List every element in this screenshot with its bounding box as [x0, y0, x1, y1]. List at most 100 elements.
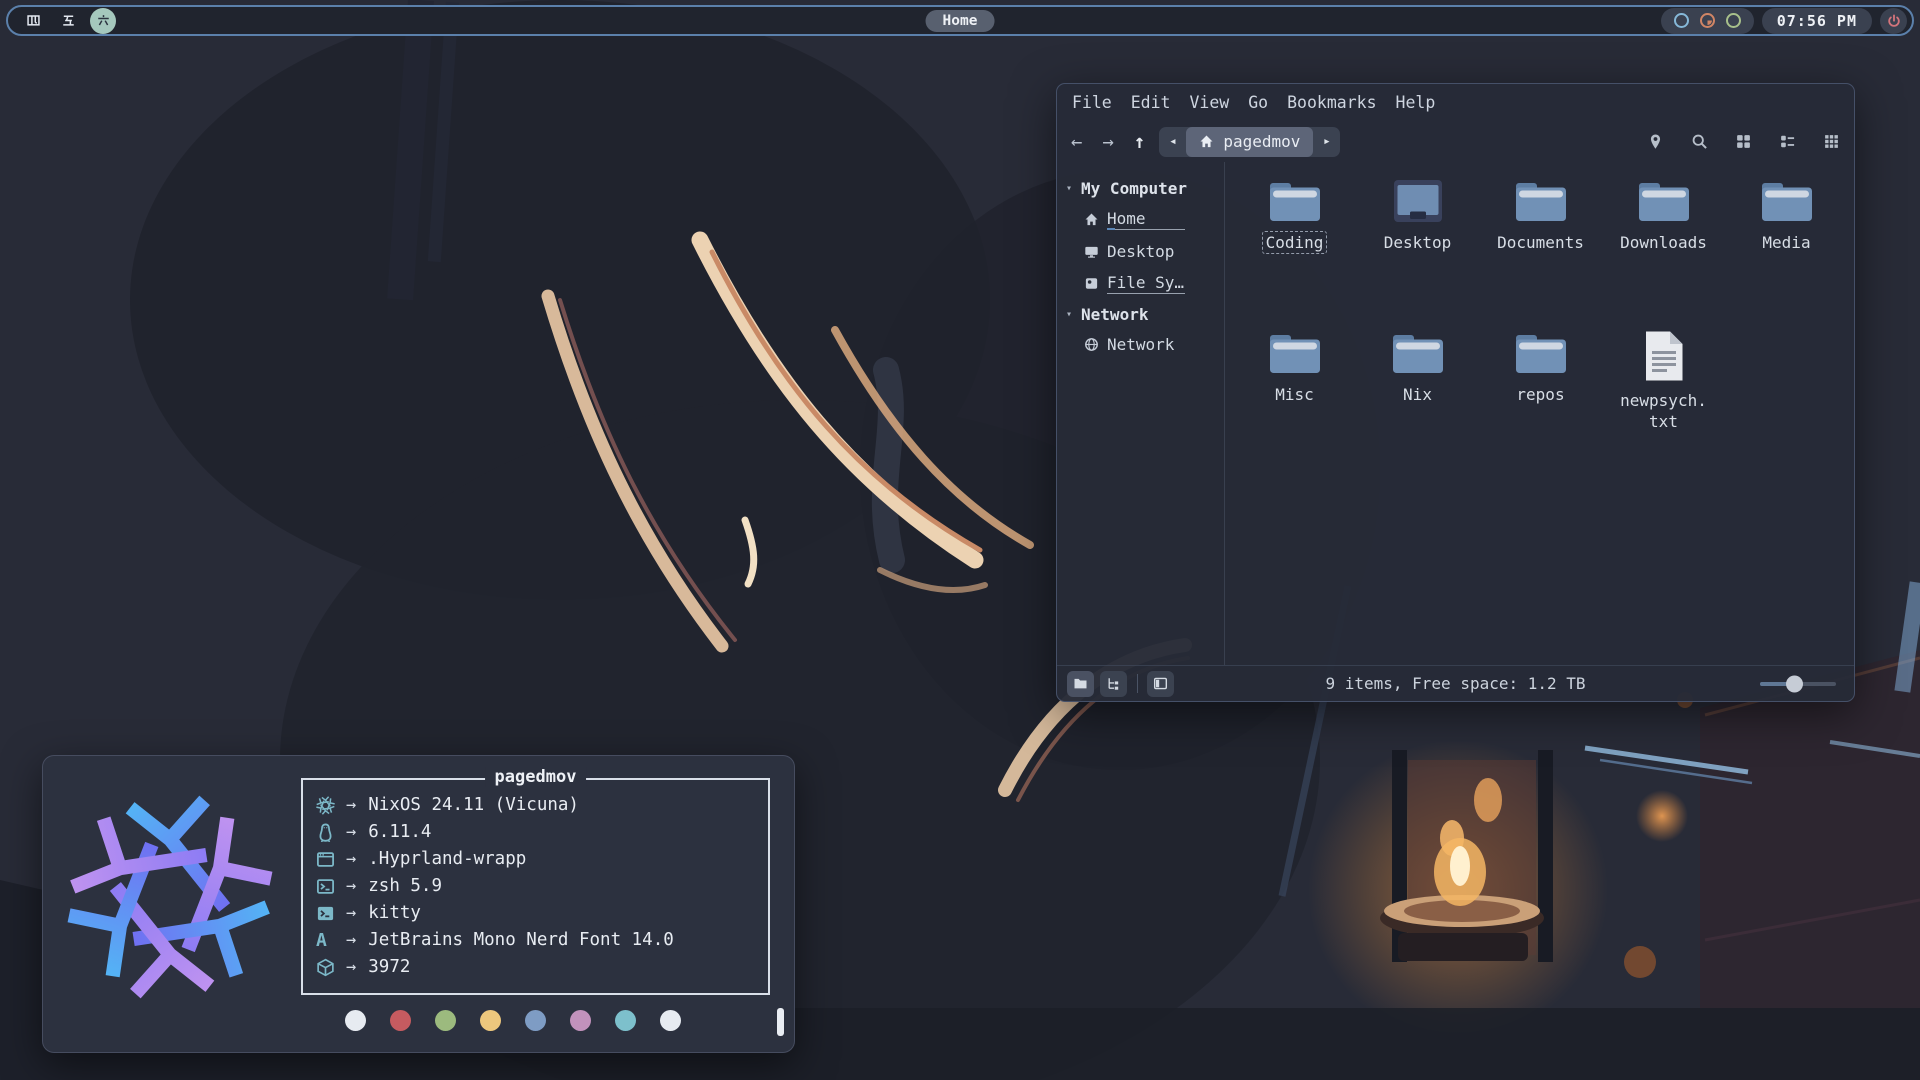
- workspace-switcher: [20, 8, 116, 34]
- workspace-four[interactable]: [20, 8, 46, 34]
- status-indicators[interactable]: [1661, 8, 1754, 34]
- sidebar-item-label: Desktop: [1107, 242, 1174, 261]
- file-item-media[interactable]: Media: [1725, 178, 1848, 330]
- chevron-down-icon: ▾: [1066, 183, 1072, 194]
- side-panel-toggle[interactable]: [1147, 671, 1174, 697]
- section-label: My Computer: [1081, 179, 1187, 198]
- folder-icon: [1759, 178, 1815, 224]
- fetch-row-wm: → .Hyprland-wrapp: [316, 846, 758, 873]
- file-item-downloads[interactable]: Downloads: [1602, 178, 1725, 330]
- shell-icon: [316, 877, 342, 896]
- file-item-coding[interactable]: Coding: [1233, 178, 1356, 330]
- fetch-row-font: A → JetBrains Mono Nerd Font 14.0: [316, 927, 758, 954]
- path-scroll-right[interactable]: ▸: [1313, 134, 1340, 149]
- menu-go[interactable]: Go: [1248, 93, 1268, 112]
- fetch-font-value: JetBrains Mono Nerd Font 14.0: [368, 930, 674, 950]
- places-pane-toggle[interactable]: [1067, 671, 1094, 697]
- fetch-wm-value: .Hyprland-wrapp: [368, 849, 526, 869]
- location-pin-icon[interactable]: [1647, 133, 1664, 150]
- folder-icon: [1073, 676, 1088, 691]
- folder-icon: [1513, 178, 1569, 224]
- folder-icon: [1267, 178, 1323, 224]
- folder-icon: [1636, 178, 1692, 224]
- terminal-window[interactable]: pagedmov → NixOS 24.11 (Vicuna) → 6.11.4…: [42, 755, 795, 1053]
- file-item-desktop[interactable]: Desktop: [1356, 178, 1479, 330]
- compact-view-icon[interactable]: [1823, 133, 1840, 150]
- menu-file[interactable]: File: [1072, 93, 1112, 112]
- kanji-five-icon: [61, 13, 76, 28]
- file-item-documents[interactable]: Documents: [1479, 178, 1602, 330]
- file-label: Misc: [1271, 383, 1318, 406]
- file-label: Desktop: [1380, 231, 1455, 254]
- globe-icon: [1084, 337, 1099, 352]
- status-circle-green: [1726, 13, 1741, 28]
- sidebar-item-filesystem[interactable]: File Sy…: [1057, 267, 1224, 300]
- search-icon[interactable]: [1691, 133, 1708, 150]
- fetch-os-value: NixOS 24.11 (Vicuna): [368, 795, 579, 815]
- file-label: Downloads: [1616, 231, 1711, 254]
- fetch-packages-value: 3972: [368, 957, 410, 977]
- path-bar: ◂ pagedmov ▸: [1159, 127, 1340, 157]
- path-scroll-left[interactable]: ◂: [1159, 134, 1186, 149]
- palette-dot: [570, 1010, 591, 1031]
- file-label: Documents: [1493, 231, 1588, 254]
- back-button[interactable]: ←: [1071, 131, 1082, 153]
- file-item-nix[interactable]: Nix: [1356, 330, 1479, 482]
- fetch-row-packages: → 3972: [316, 954, 758, 981]
- sidebar-section-network[interactable]: ▾ Network: [1057, 300, 1224, 329]
- top-bar: Home 07:56 PM: [6, 5, 1914, 36]
- tree-pane-toggle[interactable]: [1100, 671, 1127, 697]
- workspace-five[interactable]: [55, 8, 81, 34]
- text-file-icon: [1641, 330, 1687, 382]
- menu-view[interactable]: View: [1190, 93, 1230, 112]
- file-item-repos[interactable]: repos: [1479, 330, 1602, 482]
- terminal-color-palette: [345, 1010, 770, 1031]
- arrow-icon: →: [346, 930, 356, 950]
- arrow-icon: →: [346, 903, 356, 923]
- icon-view-icon[interactable]: [1735, 133, 1752, 150]
- sidebar-item-home[interactable]: Home: [1057, 203, 1224, 236]
- file-item-misc[interactable]: Misc: [1233, 330, 1356, 482]
- arrow-icon: →: [346, 822, 356, 842]
- home-icon: [1199, 134, 1214, 149]
- up-button[interactable]: ↑: [1134, 131, 1145, 153]
- path-segment-home[interactable]: pagedmov: [1186, 127, 1313, 157]
- fetch-row-shell: → zsh 5.9: [316, 873, 758, 900]
- fetch-info-box: pagedmov → NixOS 24.11 (Vicuna) → 6.11.4…: [301, 778, 770, 995]
- pie-fill: [1703, 16, 1712, 25]
- menu-help[interactable]: Help: [1396, 93, 1436, 112]
- sidebar-item-label: Home: [1107, 209, 1185, 230]
- file-label: Nix: [1399, 383, 1436, 406]
- zoom-slider[interactable]: [1760, 682, 1836, 686]
- arrow-icon: →: [346, 957, 356, 977]
- palette-dot: [390, 1010, 411, 1031]
- menu-edit[interactable]: Edit: [1131, 93, 1171, 112]
- toolbar-right: [1647, 133, 1840, 150]
- home-icon: [1084, 212, 1099, 227]
- sidebar-section-my-computer[interactable]: ▾ My Computer: [1057, 174, 1224, 203]
- status-text: 9 items, Free space: 1.2 TB: [1325, 674, 1585, 693]
- power-button[interactable]: [1880, 8, 1907, 34]
- fetch-row-kernel: → 6.11.4: [316, 819, 758, 846]
- file-label: Media: [1758, 231, 1814, 254]
- menu-bookmarks[interactable]: Bookmarks: [1287, 93, 1376, 112]
- path-segment-label: pagedmov: [1223, 132, 1300, 151]
- sidebar-item-label: File Sy…: [1107, 273, 1185, 294]
- sidebar-item-desktop[interactable]: Desktop: [1057, 236, 1224, 267]
- workspace-six-active[interactable]: [90, 8, 116, 34]
- palette-dot: [480, 1010, 501, 1031]
- zoom-slider-knob[interactable]: [1786, 675, 1803, 692]
- list-view-icon[interactable]: [1779, 133, 1796, 150]
- forward-button[interactable]: →: [1102, 131, 1113, 153]
- desktop-folder-icon: [1390, 178, 1446, 224]
- status-bar: 9 items, Free space: 1.2 TB: [1057, 665, 1854, 701]
- file-label-selected: Coding: [1262, 231, 1328, 254]
- font-icon: A: [316, 930, 342, 951]
- sidebar-item-label: Network: [1107, 335, 1174, 354]
- palette-dot: [345, 1010, 366, 1031]
- status-circle-blue: [1674, 13, 1689, 28]
- file-item-newpsych-txt[interactable]: newpsych.txt: [1602, 330, 1725, 482]
- palette-dot: [435, 1010, 456, 1031]
- sidebar-item-network[interactable]: Network: [1057, 329, 1224, 360]
- fetch-hostname: pagedmov: [485, 767, 587, 787]
